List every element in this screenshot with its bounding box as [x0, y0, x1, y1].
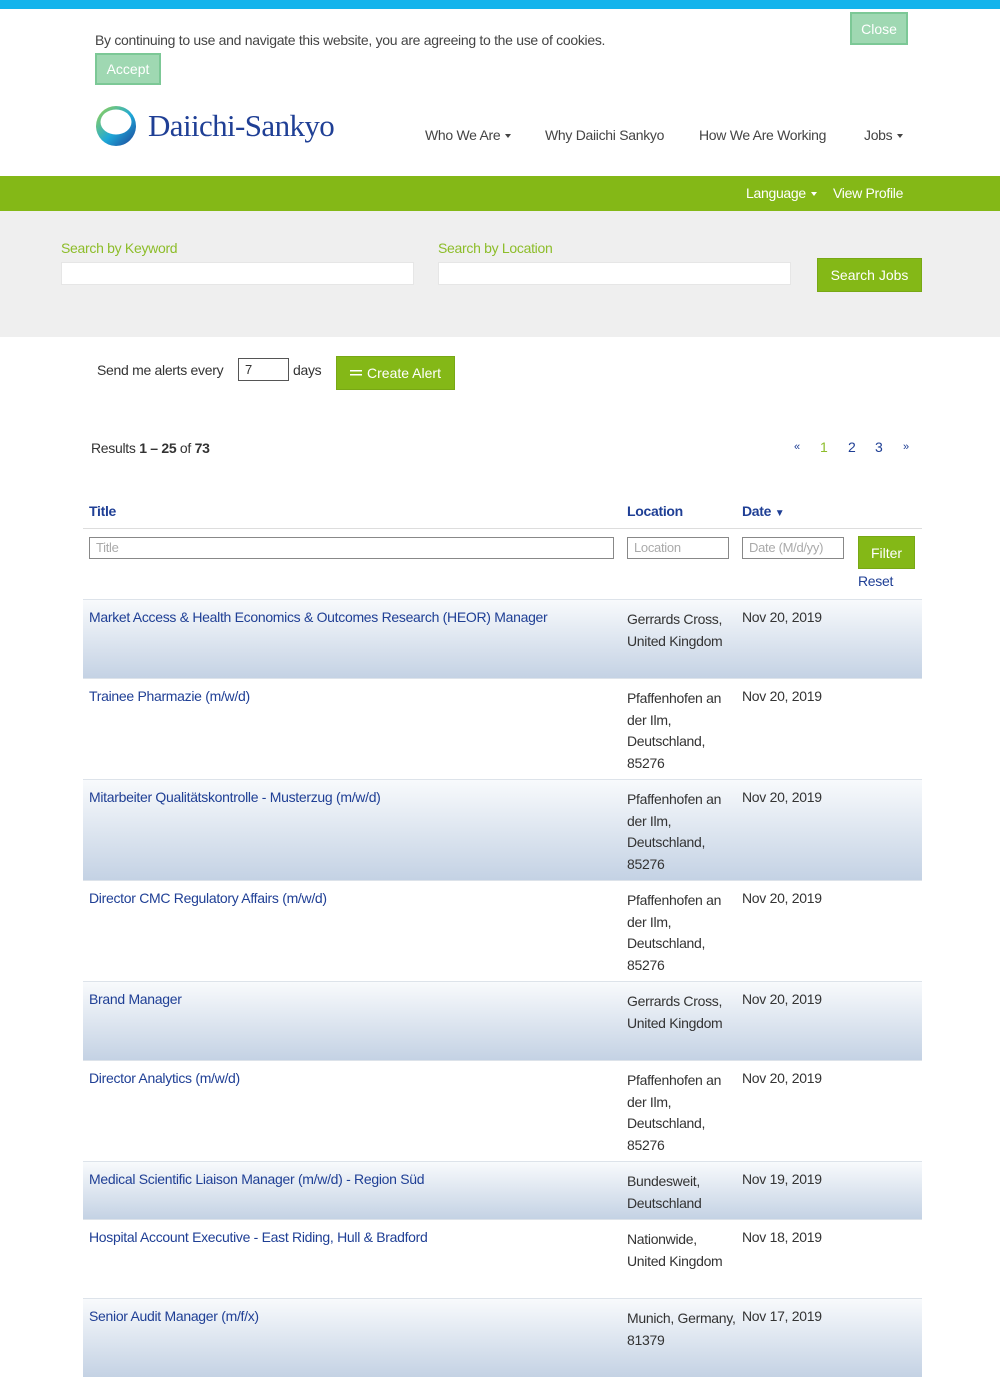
job-date: Nov 18, 2019 — [742, 1229, 822, 1245]
pager-page-2[interactable]: 2 — [848, 439, 856, 455]
cookie-message: By continuing to use and navigate this w… — [95, 32, 606, 48]
table-row: Trainee Pharmazie (m/w/d) Pfaffenhofen a… — [83, 678, 922, 779]
location-filter-input[interactable]: Location — [627, 537, 729, 559]
job-date: Nov 20, 2019 — [742, 688, 822, 704]
job-location: Nationwide, United Kingdom — [627, 1231, 723, 1269]
nav-who-we-are-label: Who We Are — [425, 127, 501, 143]
table-row: Market Access & Health Economics & Outco… — [83, 599, 922, 678]
caret-down-icon — [505, 134, 512, 139]
daiichi-sankyo-logo-icon — [96, 106, 136, 146]
nav-why-daiichi-sankyo[interactable]: Why Daiichi Sankyo — [545, 127, 664, 143]
nav-jobs[interactable]: Jobs — [864, 127, 904, 143]
job-title-link[interactable]: Senior Audit Manager (m/f/x) — [89, 1308, 259, 1324]
table-row: Director CMC Regulatory Affairs (m/w/d) … — [83, 880, 922, 981]
job-location: Pfaffenhofen an der Ilm, Deutschland, 85… — [627, 690, 722, 771]
date-header-label: Date — [742, 503, 772, 519]
results-summary: Results 1 – 25 of 73 — [91, 440, 210, 456]
results-range: 1 – 25 — [139, 440, 177, 456]
pager-page-3[interactable]: 3 — [875, 439, 883, 455]
column-header-date[interactable]: Date ▼ — [742, 503, 785, 519]
utility-bar: Language View Profile — [0, 176, 1000, 211]
job-date: Nov 20, 2019 — [742, 609, 822, 625]
pager-next[interactable]: » — [903, 441, 909, 453]
job-title-link[interactable]: Medical Scientific Liaison Manager (m/w/… — [89, 1171, 425, 1187]
job-title-link[interactable]: Trainee Pharmazie (m/w/d) — [89, 688, 250, 704]
title-filter-input[interactable]: Title — [89, 537, 614, 559]
job-location: Munich, Germany, 81379 — [627, 1310, 736, 1348]
job-location: Pfaffenhofen an der Ilm, Deutschland, 85… — [627, 1072, 722, 1153]
filter-button[interactable]: Filter — [858, 536, 915, 569]
caret-down-icon — [897, 134, 904, 139]
job-location: Pfaffenhofen an der Ilm, Deutschland, 85… — [627, 892, 722, 973]
table-row: Brand Manager Gerrards Cross, United Kin… — [83, 981, 922, 1060]
location-label: Search by Location — [438, 240, 553, 256]
job-location: Gerrards Cross, United Kingdom — [627, 611, 723, 649]
alert-suffix-text: days — [293, 362, 322, 378]
cookie-close-button[interactable]: Close — [850, 12, 908, 45]
job-title-link[interactable]: Mitarbeiter Qualitätskontrolle - Musterz… — [89, 789, 381, 805]
job-location: Bundesweit, Deutschland — [627, 1173, 702, 1211]
sort-desc-icon: ▼ — [774, 508, 785, 519]
job-location: Pfaffenhofen an der Ilm, Deutschland, 85… — [627, 791, 722, 872]
job-title-link[interactable]: Director CMC Regulatory Affairs (m/w/d) — [89, 890, 327, 906]
column-header-title[interactable]: Title — [89, 503, 116, 519]
keyword-label: Search by Keyword — [61, 240, 178, 256]
nav-how-we-are-working[interactable]: How We Are Working — [699, 127, 826, 143]
search-panel: Search by Keyword Search by Location Sea… — [0, 211, 1000, 337]
job-date: Nov 17, 2019 — [742, 1308, 822, 1324]
results-total: 73 — [194, 440, 210, 456]
brand-logo[interactable]: Daiichi-Sankyo — [94, 104, 335, 148]
brand-name: Daiichi-Sankyo — [148, 108, 335, 143]
job-date: Nov 20, 2019 — [742, 1070, 822, 1086]
search-jobs-button[interactable]: Search Jobs — [817, 258, 922, 292]
nav-who-we-are[interactable]: Who We Are — [425, 127, 512, 143]
table-row: Senior Audit Manager (m/f/x) Munich, Ger… — [83, 1298, 922, 1377]
location-search-input[interactable] — [438, 262, 791, 285]
top-accent-bar — [0, 0, 1000, 9]
table-row: Director Analytics (m/w/d) Pfaffenhofen … — [83, 1060, 922, 1161]
table-row: Medical Scientific Liaison Manager (m/w/… — [83, 1161, 922, 1219]
list-icon — [350, 370, 363, 376]
table-row: Mitarbeiter Qualitätskontrolle - Musterz… — [83, 779, 922, 880]
create-alert-button[interactable]: Create Alert — [336, 356, 455, 390]
alert-prefix-text: Send me alerts every — [97, 362, 224, 378]
job-date: Nov 20, 2019 — [742, 789, 822, 805]
job-list: Market Access & Health Economics & Outco… — [83, 599, 922, 1377]
nav-jobs-label: Jobs — [864, 127, 893, 143]
column-header-location[interactable]: Location — [627, 503, 683, 519]
caret-down-icon — [810, 192, 817, 197]
alert-days-input[interactable]: 7 — [238, 358, 289, 381]
job-title-link[interactable]: Market Access & Health Economics & Outco… — [89, 609, 548, 625]
job-location: Gerrards Cross, United Kingdom — [627, 993, 723, 1031]
view-profile-link[interactable]: View Profile — [833, 185, 903, 201]
create-alert-label: Create Alert — [367, 365, 441, 381]
header-divider — [83, 528, 922, 529]
results-label: Results — [91, 440, 136, 456]
job-date: Nov 20, 2019 — [742, 890, 822, 906]
table-row: Hospital Account Executive - East Riding… — [83, 1219, 922, 1298]
job-title-link[interactable]: Hospital Account Executive - East Riding… — [89, 1229, 428, 1245]
job-date: Nov 20, 2019 — [742, 991, 822, 1007]
job-title-link[interactable]: Brand Manager — [89, 991, 182, 1007]
cookie-accept-button[interactable]: Accept — [95, 53, 161, 85]
results-of: of — [179, 440, 191, 456]
job-title-link[interactable]: Director Analytics (m/w/d) — [89, 1070, 240, 1086]
pager-page-1[interactable]: 1 — [820, 439, 828, 455]
keyword-search-input[interactable] — [61, 262, 414, 285]
reset-link[interactable]: Reset — [858, 573, 893, 589]
job-date: Nov 19, 2019 — [742, 1171, 822, 1187]
language-label: Language — [746, 185, 806, 201]
pager-prev[interactable]: « — [794, 441, 800, 453]
date-filter-input[interactable]: Date (M/d/yy) — [742, 537, 844, 559]
language-menu[interactable]: Language — [746, 185, 817, 201]
